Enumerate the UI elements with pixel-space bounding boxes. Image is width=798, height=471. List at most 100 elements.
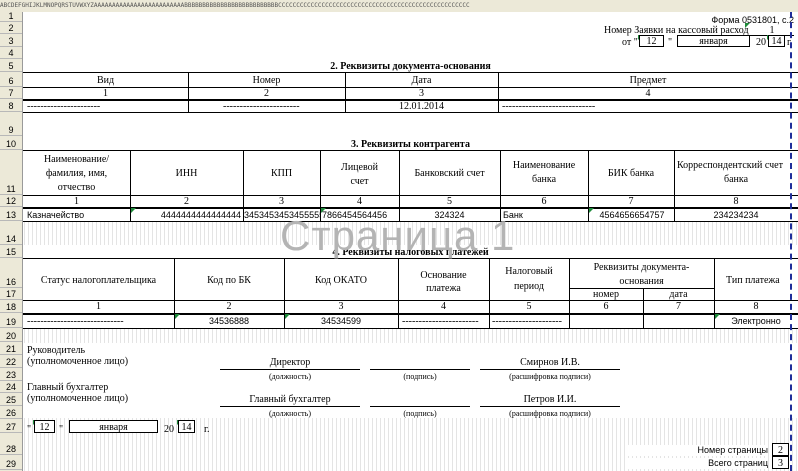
- s4-header-doc-line1: Реквизиты документа-: [593, 262, 690, 273]
- s3-cell-corr-account[interactable]: 234234234: [674, 210, 798, 221]
- head-name[interactable]: Смирнов И.В.: [480, 357, 620, 368]
- s4-colnum-3: 3: [338, 301, 344, 312]
- page-number-label: Номер страницы: [628, 445, 768, 456]
- s2-header-type: Вид: [96, 75, 115, 86]
- s3-cell-inn[interactable]: 4444444444444444: [132, 210, 241, 221]
- accountant-position[interactable]: Главный бухгалтер: [220, 394, 360, 405]
- row-number[interactable]: 24: [0, 381, 22, 393]
- s4-cell-payment-type[interactable]: Электронно: [714, 316, 798, 327]
- s3-colnum-6: 6: [541, 196, 547, 207]
- s2-cell-date[interactable]: 12.01.2014: [345, 101, 498, 112]
- page-watermark: Страница 1: [280, 212, 516, 259]
- s4-cell-kbk[interactable]: 34536888: [174, 316, 284, 327]
- page-number-cell[interactable]: 2: [772, 443, 789, 456]
- row-number[interactable]: 8: [0, 99, 22, 112]
- s4-header-basis-line2: платежа: [426, 283, 461, 294]
- s4-header-payment-type: Тип платежа: [726, 275, 780, 286]
- section-3-title: 3. Реквизиты контрагента: [351, 139, 470, 150]
- grid-line: [23, 112, 798, 113]
- s4-colnum-2: 2: [226, 301, 232, 312]
- s2-cell-subject[interactable]: ----------------------------: [502, 101, 595, 112]
- grid-line: [23, 207, 798, 209]
- header-year-prefix: 20: [756, 37, 766, 48]
- footer-quote-close: ": [59, 424, 64, 435]
- row-number[interactable]: 21: [0, 342, 22, 355]
- row-number[interactable]: 23: [0, 368, 22, 381]
- row-number[interactable]: 26: [0, 406, 22, 419]
- row-number[interactable]: 16: [0, 258, 22, 288]
- head-label-line2: (уполномоченное лицо): [27, 356, 129, 367]
- row-number[interactable]: 1: [0, 11, 22, 22]
- s4-header-doc-date: дата: [669, 289, 688, 300]
- row-number[interactable]: 25: [0, 393, 22, 406]
- row-number[interactable]: 20: [0, 328, 22, 342]
- s2-cell-type[interactable]: ----------------------: [27, 101, 100, 112]
- total-pages-label: Всего страниц: [628, 458, 768, 469]
- row-number[interactable]: 29: [0, 455, 22, 470]
- accountant-name[interactable]: Петров И.И.: [480, 394, 620, 405]
- row-number[interactable]: 5: [0, 59, 22, 72]
- row-number[interactable]: 13: [0, 207, 22, 221]
- s4-cell-basis[interactable]: -----------------------: [402, 316, 479, 327]
- s4-header-kbk: Код по БК: [207, 275, 251, 286]
- row-number[interactable]: 19: [0, 313, 22, 328]
- s4-colnum-1: 1: [96, 301, 101, 312]
- s2-colnum-4: 4: [645, 88, 651, 99]
- s2-colnum-1: 1: [103, 88, 108, 99]
- spreadsheet-sheet[interactable]: ABCDEFGHIJKLMNOPQRSTUVWXYZAAAAAAAAAAAAAA…: [0, 0, 798, 471]
- s2-cell-number[interactable]: -----------------------: [223, 101, 300, 112]
- footer-month-cell[interactable]: января: [69, 420, 158, 433]
- header-day-cell[interactable]: 12: [639, 35, 664, 47]
- s3-header-corr-line2: банка: [723, 174, 749, 185]
- date-from-label: от ": [622, 37, 638, 48]
- s3-colnum-5: 5: [447, 196, 452, 207]
- column-header-letters: ABCDEFGHIJKLMNOPQRSTUVWXYZAAAAAAAAAAAAAA…: [0, 2, 470, 9]
- header-month-cell[interactable]: января: [677, 35, 750, 47]
- row-number[interactable]: 27: [0, 419, 22, 433]
- head-position[interactable]: Директор: [220, 357, 360, 368]
- row-number[interactable]: 18: [0, 300, 22, 313]
- footer-year-cell[interactable]: 14: [178, 420, 195, 433]
- row-number[interactable]: 14: [0, 221, 22, 245]
- footer-year-unit: г.: [204, 424, 210, 435]
- header-year-cell[interactable]: 14: [768, 35, 785, 47]
- row-number[interactable]: 3: [0, 34, 22, 47]
- s3-header-bank-account: Банковский счет: [414, 168, 485, 179]
- s4-cell-period[interactable]: ---------------------: [492, 316, 562, 327]
- accountant-position-line: [220, 406, 360, 407]
- row-number[interactable]: 4: [0, 47, 22, 59]
- row-number[interactable]: 9: [0, 112, 22, 136]
- head-caption-signature: (подпись): [403, 372, 437, 381]
- s4-colnum-7: 7: [676, 301, 681, 312]
- footer-day-cell[interactable]: 12: [34, 420, 55, 433]
- row-number[interactable]: 17: [0, 288, 22, 300]
- s3-header-name-line3: отчество: [57, 182, 96, 193]
- row-number[interactable]: 28: [0, 433, 22, 455]
- s4-colnum-4: 4: [441, 301, 446, 312]
- accountant-caption-signature: (подпись): [403, 409, 437, 418]
- s4-cell-status[interactable]: -----------------------------: [27, 316, 124, 327]
- s3-header-bank-name-line1: Наименование: [512, 160, 576, 171]
- grid-line: [23, 72, 798, 73]
- head-position-line: [220, 369, 360, 370]
- head-name-line: [480, 369, 620, 370]
- header-quote-close: ": [668, 37, 673, 48]
- s2-colnum-3: 3: [419, 88, 424, 99]
- row-number[interactable]: 12: [0, 195, 22, 207]
- row-number[interactable]: 10: [0, 136, 22, 150]
- s3-cell-name[interactable]: Казначейство: [27, 210, 84, 221]
- row-number[interactable]: 2: [0, 22, 22, 34]
- grid-line: [23, 313, 798, 315]
- row-number[interactable]: 6: [0, 72, 22, 87]
- s2-header-subject: Предмет: [629, 75, 667, 86]
- row-number[interactable]: 15: [0, 245, 22, 258]
- row-number[interactable]: 11: [0, 150, 22, 195]
- total-pages-cell[interactable]: 3: [772, 456, 789, 469]
- row-number[interactable]: 22: [0, 355, 22, 368]
- s3-cell-bik[interactable]: 4564656654757: [590, 210, 674, 221]
- footer-quote-open: ": [27, 424, 32, 435]
- row-number[interactable]: 7: [0, 87, 22, 99]
- s3-header-account-line2: счет: [350, 176, 369, 187]
- s4-cell-okato[interactable]: 34534599: [284, 316, 398, 327]
- s3-header-account-line1: Лицевой: [341, 162, 378, 173]
